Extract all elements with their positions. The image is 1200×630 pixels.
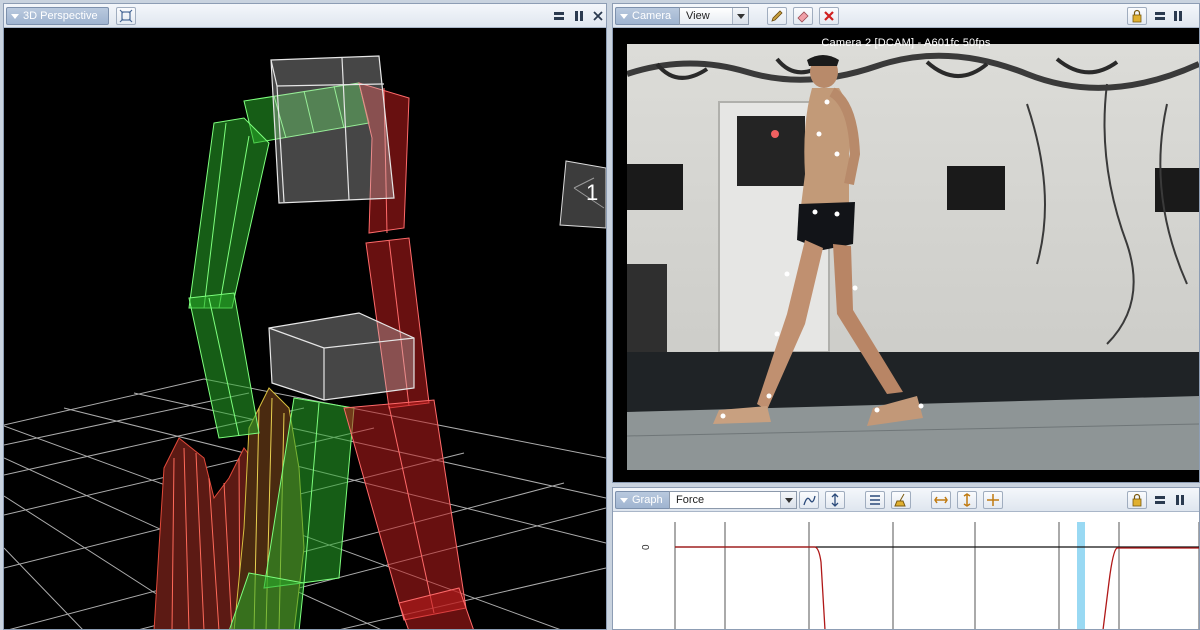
- chevron-down-icon: [780, 492, 796, 508]
- 3d-scene: 1: [4, 55, 606, 629]
- camera-tab-label: Camera: [632, 10, 672, 22]
- perspective-tab[interactable]: 3D Perspective: [6, 7, 109, 25]
- view-menu-label: View: [686, 10, 710, 22]
- move-icon: [987, 494, 999, 506]
- pan-v-icon: [963, 493, 971, 507]
- perspective-pane: 3D Perspective 1: [3, 3, 607, 630]
- graph-pane: Graph Force 0: [612, 487, 1200, 630]
- pan-vertical-button[interactable]: [957, 491, 977, 509]
- pause-icon[interactable]: [572, 9, 586, 23]
- clear-graph-button[interactable]: [891, 491, 911, 509]
- graph-tab[interactable]: Graph: [615, 491, 674, 509]
- close-x-icon: [824, 11, 834, 21]
- chevron-down-icon: [732, 8, 748, 24]
- maximize-icon[interactable]: [552, 9, 566, 23]
- scale-button[interactable]: [825, 491, 845, 509]
- clear-button[interactable]: [819, 7, 839, 25]
- eraser-icon: [797, 11, 809, 23]
- draw-button[interactable]: [767, 7, 787, 25]
- pause-icon[interactable]: [1173, 493, 1187, 507]
- camera-gizmo: [559, 160, 606, 229]
- pan-h-icon: [934, 496, 948, 504]
- y-tick-label: 0: [641, 544, 652, 550]
- broom-icon: [894, 493, 906, 507]
- camera-gizmo-number: 1: [586, 180, 598, 205]
- tab-caret-icon[interactable]: [11, 14, 19, 19]
- pin-icon: [831, 493, 839, 507]
- graph-titlebar: Graph Force: [613, 488, 1199, 512]
- lock-icon: [1132, 493, 1142, 507]
- restore-view-button[interactable]: [116, 7, 136, 25]
- graph-plot-area[interactable]: 0: [613, 512, 1199, 629]
- 3d-viewport[interactable]: 1: [4, 28, 606, 629]
- erase-button[interactable]: [793, 7, 813, 25]
- camera-titlebar: Camera View: [613, 4, 1199, 28]
- camera-tab[interactable]: Camera: [615, 7, 683, 25]
- pencil-icon: [771, 10, 783, 22]
- time-cursor: [1077, 522, 1085, 629]
- plot-grid: [674, 522, 1199, 629]
- pan-horizontal-button[interactable]: [931, 491, 951, 509]
- lock-icon: [1132, 9, 1142, 23]
- graph-tab-label: Graph: [632, 494, 663, 506]
- pause-icon[interactable]: [1171, 9, 1185, 23]
- camera-video-title: Camera 2 [DCAM] - A601fc 50fps: [821, 37, 991, 49]
- list-icon: [870, 495, 880, 505]
- legend-button[interactable]: [865, 491, 885, 509]
- restore-view-icon: [119, 9, 133, 23]
- perspective-titlebar: 3D Perspective: [4, 4, 606, 28]
- curve-style-button[interactable]: [799, 491, 819, 509]
- channel-select[interactable]: Force: [669, 491, 797, 509]
- tab-caret-icon[interactable]: [620, 498, 628, 503]
- tab-caret-icon[interactable]: [620, 14, 628, 19]
- channel-select-value: Force: [676, 494, 705, 506]
- perspective-tab-label: 3D Perspective: [23, 10, 98, 22]
- camera-video-frame: [627, 44, 1199, 470]
- force-plot: 0: [641, 522, 1199, 629]
- view-menu[interactable]: View: [679, 7, 749, 25]
- lock-button[interactable]: [1127, 491, 1147, 509]
- close-icon[interactable]: [591, 9, 605, 23]
- maximize-icon[interactable]: [1153, 493, 1167, 507]
- camera-pane: Camera View Camera 2 [DCAM] - A601fc 50f…: [612, 3, 1200, 483]
- move-button[interactable]: [983, 491, 1003, 509]
- maximize-icon[interactable]: [1153, 9, 1167, 23]
- curve-icon: [803, 495, 816, 506]
- lock-button[interactable]: [1127, 7, 1147, 25]
- force-trace: [675, 546, 1199, 629]
- camera-viewport[interactable]: Camera 2 [DCAM] - A601fc 50fps: [613, 28, 1199, 482]
